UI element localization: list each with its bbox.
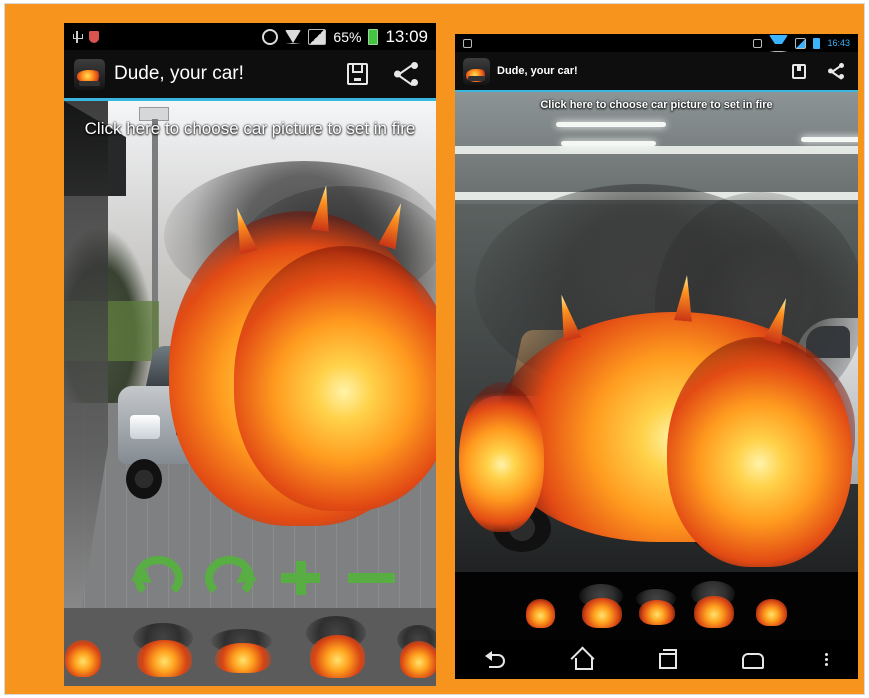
wifi-icon: [285, 29, 302, 44]
fire-thumb-flame: [400, 641, 436, 678]
status-time: 13:09: [385, 26, 428, 46]
menu-icon[interactable]: [739, 651, 765, 669]
usb-icon: [72, 30, 83, 43]
alarm-icon: [262, 28, 279, 45]
fire-thumbnail-4[interactable]: [300, 610, 372, 682]
fire-overlay: [234, 246, 436, 511]
fire-thumb-flame: [755, 599, 787, 626]
fire-overlay: [667, 337, 852, 567]
status-bar: 65% 13:09: [64, 23, 436, 50]
fire-picker: [455, 572, 858, 640]
fire-thumb-flame: [310, 635, 365, 679]
fire-overlay: [459, 382, 544, 532]
signal-icon: [795, 37, 807, 49]
home-icon[interactable]: [570, 651, 594, 670]
ceiling-beam: [455, 146, 858, 154]
app-title: Dude, your car!: [497, 65, 578, 77]
notification-icon: [463, 38, 472, 48]
fire-thumbnail-1[interactable]: [64, 618, 106, 680]
editable-car-photo[interactable]: Click here to choose car picture to set …: [455, 92, 858, 572]
choose-picture-hint[interactable]: Click here to choose car picture to set …: [64, 119, 436, 139]
signal-icon: [308, 28, 327, 45]
battery-percent: 65%: [333, 28, 362, 45]
fire-edit-controls: [134, 556, 396, 600]
fire-thumb-flame: [638, 600, 676, 625]
fire-thumbnail-2[interactable]: [127, 618, 199, 680]
share-icon[interactable]: [394, 62, 418, 86]
fire-picker: [64, 608, 436, 686]
action-bar: Dude, your car!: [455, 52, 858, 92]
status-bar: 16:43: [455, 34, 858, 52]
right-phone-screenshot: 16:43 Dude, your car! Click here to choo…: [455, 34, 858, 679]
fire-thumbnail-5[interactable]: [393, 620, 436, 681]
fire-thumb-flame: [582, 597, 622, 628]
fire-thumb-flame: [215, 642, 271, 673]
bluetooth-icon: [753, 38, 763, 48]
car-fire-app-icon: [463, 57, 490, 85]
car-fire-app-icon: [74, 58, 105, 90]
ceiling-light: [801, 137, 858, 142]
recent-apps-icon[interactable]: [654, 648, 678, 669]
fire-thumbnail-4[interactable]: [687, 577, 739, 631]
overflow-icon[interactable]: [824, 651, 828, 669]
status-left-icons: [463, 34, 472, 52]
battery-icon: [368, 28, 379, 45]
fire-thumb-flame: [526, 598, 556, 628]
car-headlight-left: [130, 415, 160, 439]
status-right-icons: 16:43: [753, 34, 850, 52]
car-wheel: [126, 459, 162, 499]
fire-thumb-flame: [694, 595, 734, 629]
android-navigation-bar: [455, 640, 858, 679]
share-icon[interactable]: [828, 63, 844, 79]
plus-icon[interactable]: [276, 556, 325, 600]
choose-picture-hint[interactable]: Click here to choose car picture to set …: [455, 99, 858, 111]
orange-frame: 65% 13:09 Dude, your car! Click here to …: [5, 4, 864, 694]
app-title: Dude, your car!: [114, 63, 244, 84]
ceiling-light: [556, 122, 666, 127]
fire-thumbnail-5[interactable]: [750, 584, 791, 628]
save-icon[interactable]: [792, 63, 806, 79]
battery-icon: [813, 37, 821, 49]
status-time: 16:43: [827, 38, 850, 48]
fire-thumbnail-3[interactable]: [205, 625, 278, 675]
ceiling-light: [561, 141, 656, 146]
left-phone-screenshot: 65% 13:09 Dude, your car! Click here to …: [64, 23, 436, 686]
fire-thumb-flame: [137, 639, 192, 677]
fire-thumbnail-3[interactable]: [632, 586, 680, 627]
undo-icon[interactable]: [134, 556, 183, 600]
shield-icon: [89, 30, 99, 43]
fire-thumbnail-2[interactable]: [575, 580, 627, 630]
action-bar: Dude, your car!: [64, 50, 436, 101]
status-right-icons: 65% 13:09: [262, 23, 428, 50]
wifi-icon: [769, 34, 789, 52]
status-left-icons: [72, 23, 99, 50]
minus-icon[interactable]: [347, 556, 396, 600]
redo-icon[interactable]: [205, 556, 254, 600]
save-icon[interactable]: [347, 63, 368, 85]
back-icon[interactable]: [485, 650, 509, 669]
fire-thumbnail-1[interactable]: [521, 582, 559, 630]
fire-thumb-flame: [64, 639, 102, 677]
editable-car-photo[interactable]: Click here to choose car picture to set …: [64, 101, 436, 608]
